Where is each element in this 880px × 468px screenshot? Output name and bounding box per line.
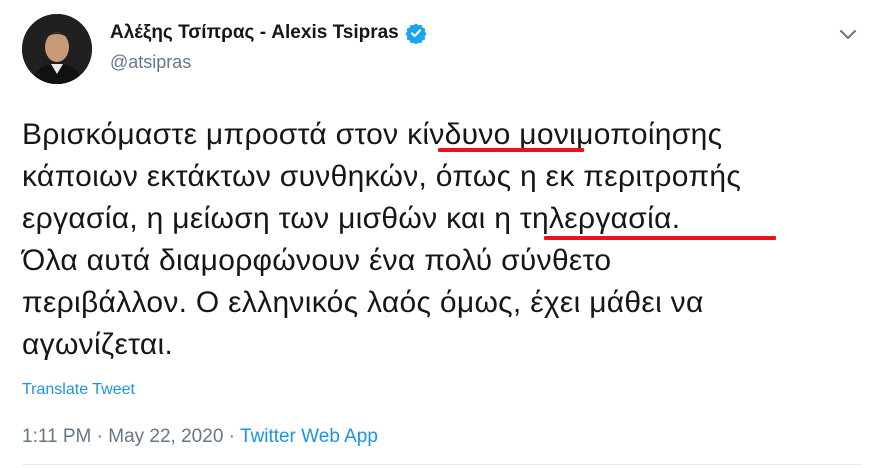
meta-separator: · bbox=[228, 426, 235, 447]
meta-separator: · bbox=[96, 426, 103, 447]
tweet-line: Βρισκόμαστε μπροστά στον κίνδυνο μονιμοπ… bbox=[22, 118, 723, 151]
tweet-line: Όλα αυτά διαμορφώνουν ένα πολύ σύνθετο bbox=[22, 244, 612, 277]
translate-tweet-link[interactable]: Translate Tweet bbox=[22, 381, 135, 399]
tweet-line: κάποιων εκτάκτων συνθηκών, όπως η εκ περ… bbox=[22, 160, 742, 193]
tweet-card: Αλέξης Τσίπρας - Alexis Tsipras @atsipra… bbox=[0, 0, 880, 468]
author-name-row: Αλέξης Τσίπρας - Alexis Tsipras bbox=[110, 22, 427, 45]
tweet-source-link[interactable]: Twitter Web App bbox=[240, 426, 378, 447]
divider bbox=[22, 464, 862, 465]
tweet-line: περιβάλλον. Ο ελληνικός λαός όμως, έχει … bbox=[22, 286, 704, 319]
chevron-down-icon[interactable] bbox=[834, 20, 862, 48]
tweet-meta: 1:11 PM · May 22, 2020 · Twitter Web App bbox=[22, 426, 378, 448]
author-display-name[interactable]: Αλέξης Τσίπρας - Alexis Tsipras bbox=[110, 22, 399, 44]
tweet-date[interactable]: May 22, 2020 bbox=[108, 426, 223, 447]
tweet-line: αγωνίζεται. bbox=[22, 328, 174, 361]
verified-badge-icon bbox=[405, 22, 427, 45]
profile-photo-icon bbox=[22, 14, 92, 84]
tweet-line: εργασία, η μείωση των μισθών και η τηλερ… bbox=[22, 202, 681, 235]
highlight-underline-kindyno bbox=[438, 148, 584, 152]
author-avatar[interactable] bbox=[22, 14, 92, 84]
tweet-body: Βρισκόμαστε μπροστά στον κίνδυνο μονιμοπ… bbox=[22, 114, 842, 366]
tweet-time[interactable]: 1:11 PM bbox=[22, 426, 91, 447]
highlight-underline-tilergasia bbox=[544, 236, 776, 240]
author-handle[interactable]: @atsipras bbox=[110, 52, 191, 73]
